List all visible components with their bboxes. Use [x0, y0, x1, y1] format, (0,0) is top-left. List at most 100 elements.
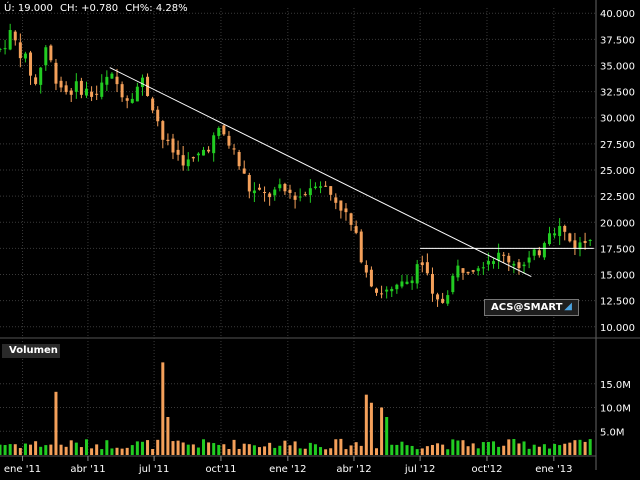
- candle-body: [227, 135, 231, 146]
- volume-bar: [324, 449, 328, 455]
- stock-chart: 10.000 12.500 15.000 17.500 20.000 22.500 25.0…: [0, 0, 640, 475]
- time-tick-label: jul '12: [404, 464, 436, 475]
- volume-bar: [39, 446, 43, 455]
- candle-body: [390, 288, 394, 292]
- last-price: Ú: 19.000: [4, 3, 53, 14]
- candle-body: [69, 90, 73, 95]
- candle-body: [0, 48, 2, 50]
- volume-bar: [512, 439, 516, 455]
- candle-body: [583, 241, 587, 244]
- volume-bar: [400, 441, 404, 455]
- candle-body: [64, 85, 68, 93]
- volume-bar: [547, 448, 551, 455]
- volume-bar: [344, 449, 348, 455]
- candle-body: [247, 175, 251, 192]
- trendline: [109, 67, 532, 278]
- candle-body: [405, 281, 409, 284]
- price-tick-label: 30.000: [600, 114, 635, 125]
- candle-body: [481, 267, 485, 269]
- volume-bar: [369, 402, 373, 455]
- volume-bar: [293, 441, 297, 455]
- candle-body: [486, 260, 490, 265]
- candle-body: [492, 261, 496, 264]
- price-change: CH: +0.780: [60, 3, 119, 14]
- volume-bar: [166, 417, 170, 455]
- candle-body: [191, 157, 195, 159]
- candle-body: [298, 196, 302, 198]
- volume-bar: [395, 444, 399, 455]
- time-tick-label: jul '11: [138, 464, 170, 475]
- candle-body: [461, 268, 465, 273]
- volume-bar: [79, 447, 83, 455]
- volume-bar: [120, 448, 124, 455]
- time-tick-label: oct'11: [205, 464, 236, 475]
- candle-body: [151, 98, 155, 111]
- volume-bar: [308, 442, 312, 455]
- candle-body: [125, 98, 129, 101]
- candle-body: [105, 76, 109, 85]
- volume-bar: [181, 442, 185, 455]
- price-tick-label: 40.000: [600, 9, 635, 20]
- volume-bar: [207, 442, 211, 455]
- candle-body: [400, 281, 404, 287]
- price-tick-label: 22.500: [600, 192, 635, 203]
- candle-body: [212, 135, 216, 154]
- volume-bar: [492, 441, 496, 455]
- candle-body: [349, 213, 353, 225]
- time-tick-label: abr '12: [336, 464, 371, 475]
- price-tick-label: 35.000: [600, 61, 635, 72]
- volume-bar: [385, 417, 389, 455]
- volume-bar: [29, 444, 33, 455]
- volume-bar: [74, 442, 78, 455]
- candle-body: [100, 82, 104, 97]
- candle-body: [430, 273, 434, 294]
- candle-body: [380, 293, 384, 295]
- volume-bar: [151, 448, 155, 455]
- candle-body: [547, 233, 551, 245]
- candle-body: [54, 62, 58, 84]
- volume-bar: [54, 391, 58, 455]
- candle-body: [59, 80, 63, 88]
- price-tick-label: 12.500: [600, 297, 635, 308]
- volume-tick-label: 15.0M: [600, 380, 631, 391]
- candle-body: [196, 153, 200, 156]
- candle-body: [369, 269, 373, 287]
- candle-body: [466, 271, 470, 274]
- symbol-badge[interactable]: ACS@SMART ◢: [484, 299, 579, 316]
- candle-body: [329, 186, 333, 195]
- volume-bar: [64, 446, 68, 455]
- candle-body: [110, 73, 114, 79]
- candle-body: [303, 194, 307, 196]
- candle-body: [288, 189, 292, 194]
- volume-bar: [476, 448, 480, 455]
- candle-body: [364, 265, 368, 273]
- candle-body: [232, 148, 236, 150]
- candle-body: [339, 200, 343, 211]
- volume-bar: [237, 448, 241, 455]
- volume-bar: [380, 407, 384, 455]
- volume-bar: [34, 441, 38, 455]
- volume-bar: [522, 441, 526, 455]
- candle-body: [202, 149, 206, 156]
- price-tick-label: 37.500: [600, 35, 635, 46]
- volume-bar: [288, 445, 292, 455]
- candle-body: [517, 262, 521, 269]
- candle-body: [471, 270, 475, 272]
- candle-body: [507, 255, 511, 263]
- volume-bars: [0, 362, 592, 455]
- volume-bar: [268, 442, 272, 455]
- volume-bar: [390, 444, 394, 455]
- volume-bar: [334, 439, 338, 455]
- volume-bar: [558, 445, 562, 455]
- volume-bar: [171, 441, 175, 455]
- volume-bar: [217, 444, 221, 455]
- candle-body: [456, 265, 460, 278]
- candle-body: [522, 264, 526, 267]
- volume-bar: [263, 446, 267, 455]
- candle-body: [95, 93, 99, 95]
- volume-bar: [553, 443, 557, 455]
- candle-body: [385, 289, 389, 292]
- volume-bar: [359, 445, 363, 455]
- candle-body: [573, 240, 577, 249]
- candle-body: [257, 187, 261, 190]
